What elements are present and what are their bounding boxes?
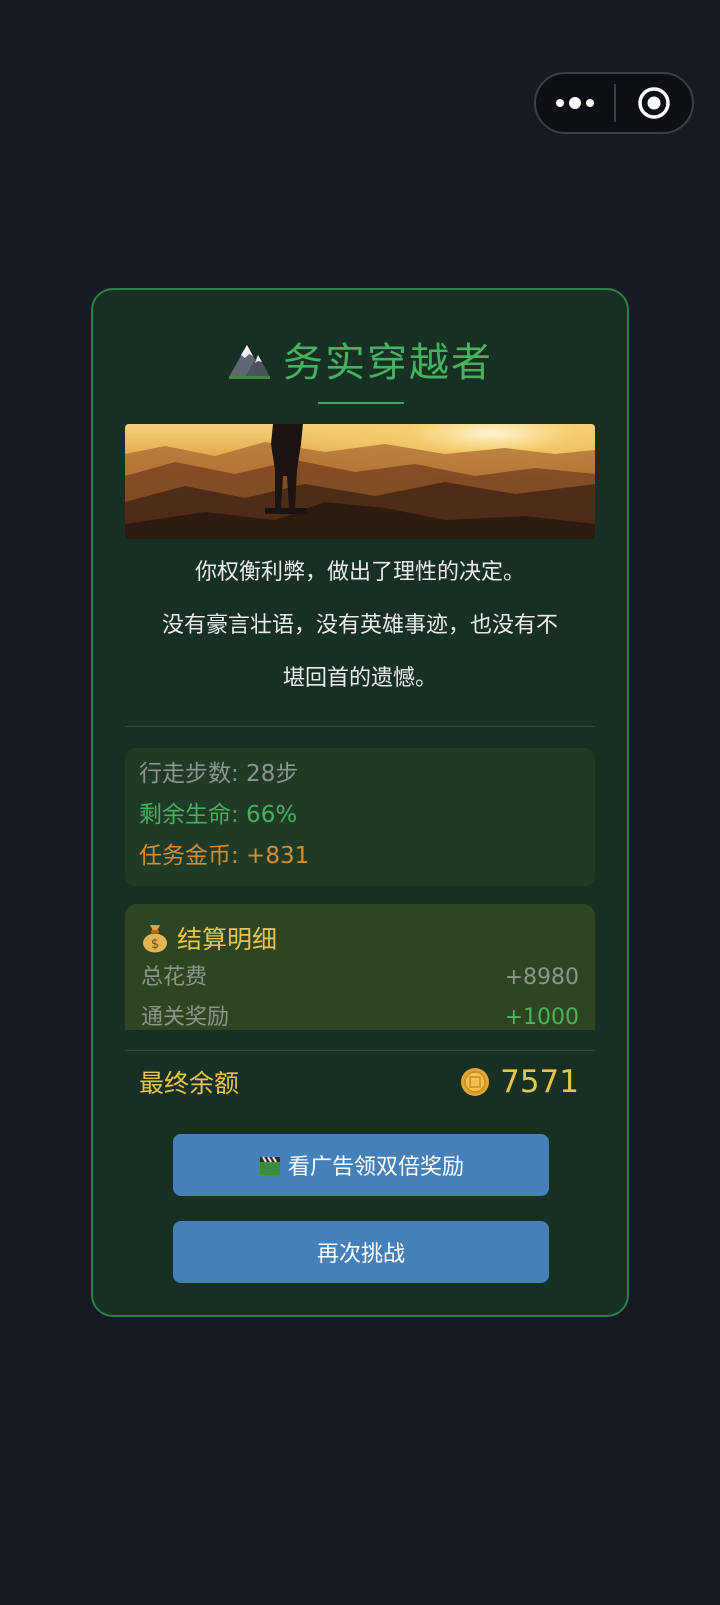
final-balance-amount: 7571 bbox=[500, 1064, 579, 1100]
story-line: 没有豪言壮语，没有英雄事迹，也没有不 bbox=[161, 613, 558, 638]
settlement-header: $ 结算明细 bbox=[141, 918, 579, 958]
title-underline bbox=[318, 402, 404, 404]
more-dots-icon-center bbox=[569, 97, 581, 109]
target-close-icon bbox=[638, 87, 670, 119]
settlement-row-label: 通关奖励 bbox=[141, 1005, 230, 1030]
stats-panel: 行走步数: 28步 剩余生命: 66% 任务金币: +831 bbox=[125, 748, 595, 886]
steps-stat: 行走步数: 28步 bbox=[139, 761, 299, 787]
more-dots-icon bbox=[556, 99, 564, 107]
result-title: 务实穿越者 bbox=[283, 340, 493, 386]
settlement-row-value: +1000 bbox=[504, 1005, 579, 1030]
divider bbox=[125, 1050, 595, 1051]
settlement-title: 结算明细 bbox=[177, 925, 278, 954]
mountain-icon bbox=[229, 345, 270, 379]
hp-stat: 剩余生命: 66% bbox=[139, 802, 298, 828]
final-balance-row: 最终余额 7571 bbox=[139, 1060, 579, 1104]
close-button[interactable] bbox=[616, 74, 692, 132]
clapperboard-icon bbox=[259, 1156, 280, 1175]
divider bbox=[125, 726, 595, 727]
result-title-row: 务实穿越者 bbox=[93, 330, 627, 388]
more-button[interactable] bbox=[536, 74, 614, 132]
result-card: 务实穿越者 你权衡利弊，做出了理性的决定。 没有豪言壮语，没有英雄事迹，也没有不… bbox=[91, 288, 629, 1317]
story-line: 堪回首的遗憾。 bbox=[282, 666, 437, 691]
watch-ad-button-label: 看广告领双倍奖励 bbox=[287, 1155, 464, 1180]
money-bag-icon: $ bbox=[143, 925, 167, 953]
settlement-row: 总花费 +8980 bbox=[141, 958, 579, 998]
svg-text:$: $ bbox=[151, 937, 159, 952]
coin-icon bbox=[461, 1068, 490, 1096]
settlement-row: 通关奖励 +1000 bbox=[141, 998, 579, 1030]
retry-button-label: 再次挑战 bbox=[316, 1242, 405, 1267]
final-balance-label: 最终余额 bbox=[139, 1069, 240, 1098]
mini-program-capsule bbox=[534, 72, 694, 134]
watch-ad-double-reward-button[interactable]: 看广告领双倍奖励 bbox=[173, 1134, 549, 1196]
story-line: 你权衡利弊，做出了理性的决定。 bbox=[194, 560, 525, 585]
settlement-row-label: 总花费 bbox=[141, 965, 208, 990]
retry-button[interactable]: 再次挑战 bbox=[173, 1221, 549, 1283]
hiker-on-mountain-sunset-image bbox=[125, 424, 595, 539]
story-text: 你权衡利弊，做出了理性的决定。 没有豪言壮语，没有英雄事迹，也没有不 堪回首的遗… bbox=[125, 546, 595, 705]
final-balance: 7571 bbox=[460, 1064, 579, 1100]
coins-stat: 任务金币: +831 bbox=[139, 843, 310, 869]
settlement-panel[interactable]: $ 结算明细 总花费 +8980 通关奖励 +1000 bbox=[125, 904, 595, 1030]
more-dots-icon-right bbox=[586, 99, 594, 107]
settlement-row-value: +8980 bbox=[504, 965, 579, 990]
